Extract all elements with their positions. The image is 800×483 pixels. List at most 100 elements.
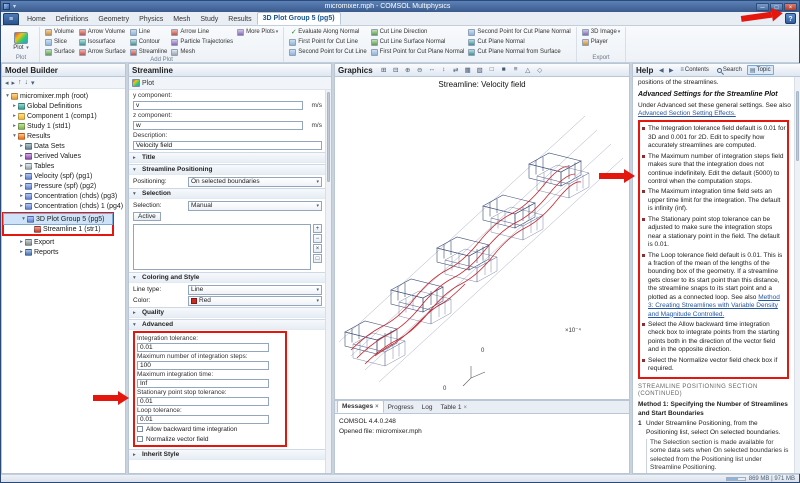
- expander-icon[interactable]: ▾: [20, 216, 27, 222]
- tab-home[interactable]: Home: [22, 14, 51, 25]
- positioning-select[interactable]: On selected boundaries ▾: [188, 176, 322, 187]
- search-button[interactable]: Search: [714, 65, 745, 75]
- ribbon-button-contour[interactable]: Contour: [128, 37, 170, 47]
- back-icon[interactable]: ◂: [5, 79, 9, 87]
- ribbon-button-cut-line-surface-normal[interactable]: Cut Line Surface Normal: [369, 37, 467, 47]
- zoom-selection-icon[interactable]: □: [313, 254, 322, 263]
- ribbon-button-isosurface[interactable]: Isosurface: [77, 37, 128, 47]
- zoom-out-icon[interactable]: ⊖: [415, 65, 425, 75]
- tree-item-pressure[interactable]: ▸ Pressure (spf) (pg2): [2, 181, 125, 191]
- tab-messages[interactable]: Messages ×: [337, 400, 384, 413]
- zoom-in-icon[interactable]: ⊕: [403, 65, 413, 75]
- tab-geometry[interactable]: Geometry: [93, 14, 134, 25]
- zoom-box-icon[interactable]: ⊟: [391, 65, 401, 75]
- tree-item-3d-plot-group-5[interactable]: ▾ 3D Plot Group 5 (pg5): [3, 213, 113, 225]
- tree-item-concentration[interactable]: ▸ Concentration (chds) (pg3): [2, 191, 125, 201]
- tree-item-global-definitions[interactable]: ▸ Global Definitions: [2, 101, 125, 111]
- loop-tolerance-input[interactable]: [137, 415, 269, 424]
- expander-icon[interactable]: ▸: [18, 249, 25, 255]
- tree-item-study-1[interactable]: ▸ Study 1 (std1): [2, 121, 125, 131]
- close-icon[interactable]: ×: [463, 405, 467, 411]
- tree-menu-icon[interactable]: ▾: [31, 79, 35, 87]
- section-inherit-style[interactable]: ▸ Inherit Style: [129, 449, 325, 460]
- help-button[interactable]: ?: [785, 13, 796, 24]
- section-selection[interactable]: ▾ Selection: [129, 188, 325, 199]
- tree-item-tables[interactable]: ▸ Tables: [2, 161, 125, 171]
- tree-item-export[interactable]: ▸ Export: [2, 237, 125, 247]
- pan-horizontal-icon[interactable]: ↔: [427, 65, 437, 75]
- remove-selection-icon[interactable]: −: [313, 234, 322, 243]
- tab-progress[interactable]: Progress: [384, 402, 418, 413]
- ribbon-button-second-point-cut-plane-normal[interactable]: Second Point for Cut Plane Normal: [466, 27, 572, 37]
- grid-icon[interactable]: ▦: [463, 65, 473, 75]
- plot-button[interactable]: Plot ▾: [6, 27, 36, 55]
- tree-item-concentration-1[interactable]: ▸ Concentration (chds) 1 (pg4): [2, 201, 125, 211]
- ribbon-button-arrow-line[interactable]: Arrow Line: [169, 27, 235, 37]
- help-scrollbar[interactable]: [794, 77, 800, 473]
- integration-tolerance-input[interactable]: [137, 343, 269, 352]
- settings-plot-button[interactable]: Plot: [142, 80, 154, 87]
- color-select[interactable]: Red ▾: [188, 295, 322, 306]
- scrollbar-thumb[interactable]: [796, 91, 799, 161]
- ribbon-button-player[interactable]: Player: [580, 37, 623, 47]
- expander-icon[interactable]: ▾: [4, 93, 11, 99]
- tab-definitions[interactable]: Definitions: [51, 14, 94, 25]
- expander-icon[interactable]: ▸: [18, 153, 25, 159]
- ribbon-button-first-point-cut-plane-normal[interactable]: First Point for Cut Plane Normal: [369, 47, 467, 57]
- ribbon-button-slice[interactable]: Slice: [43, 37, 77, 47]
- ribbon-button-volume[interactable]: Volume: [43, 27, 77, 37]
- normalize-vector-field-checkbox[interactable]: Normalize vector field: [137, 434, 283, 444]
- line-type-select[interactable]: Line ▾: [188, 284, 322, 295]
- section-title[interactable]: ▸ Title: [129, 152, 325, 163]
- expander-icon[interactable]: ▸: [11, 123, 18, 129]
- tree-item-streamline-1[interactable]: Streamline 1 (str1): [4, 224, 112, 234]
- section-streamline-positioning[interactable]: ▾ Streamline Positioning: [129, 164, 325, 175]
- tab-study[interactable]: Study: [195, 14, 223, 25]
- ribbon-button-mesh[interactable]: Mesh: [169, 47, 235, 57]
- ribbon-button-arrow-surface[interactable]: Arrow Surface: [77, 47, 128, 57]
- scrollbar-thumb[interactable]: [327, 92, 330, 182]
- stationary-point-stop-tolerance-input[interactable]: [137, 397, 269, 406]
- move-up-icon[interactable]: ↑: [18, 79, 22, 86]
- ribbon-button-cut-plane-normal[interactable]: Cut Plane Normal: [466, 37, 572, 47]
- contents-button[interactable]: ≡ Contents: [677, 65, 712, 75]
- y-component-input[interactable]: [133, 101, 303, 110]
- add-selection-icon[interactable]: +: [313, 224, 322, 233]
- application-menu-button[interactable]: ≡: [3, 13, 19, 25]
- snapshot-icon[interactable]: ◇: [535, 65, 545, 75]
- expander-icon[interactable]: ▸: [18, 143, 25, 149]
- section-coloring-and-style[interactable]: ▾ Coloring and Style: [129, 272, 325, 283]
- tree-item-reports[interactable]: ▸ Reports: [2, 247, 125, 257]
- close-button[interactable]: ×: [784, 2, 797, 11]
- ribbon-button-3d-image[interactable]: 3D Image ▾: [580, 27, 623, 37]
- max-integration-steps-input[interactable]: [137, 361, 269, 370]
- transparency-icon[interactable]: ▧: [475, 65, 485, 75]
- expander-icon[interactable]: ▸: [18, 193, 25, 199]
- ribbon-button-second-point-cut-line[interactable]: Second Point for Cut Line: [287, 47, 368, 57]
- expander-icon[interactable]: ▸: [18, 173, 25, 179]
- selection-list[interactable]: [133, 224, 311, 270]
- tab-results[interactable]: Results: [223, 14, 256, 25]
- description-input[interactable]: [133, 141, 322, 150]
- ribbon-button-arrow-volume[interactable]: Arrow Volume: [77, 27, 128, 37]
- topic-button[interactable]: ▤ Topic: [746, 65, 774, 75]
- ribbon-button-surface[interactable]: Surface: [43, 47, 77, 57]
- quick-access-toolbar[interactable]: ▾: [13, 3, 16, 10]
- expander-icon[interactable]: ▸: [18, 163, 25, 169]
- settings-scrollbar[interactable]: [325, 90, 331, 473]
- z-component-input[interactable]: [133, 121, 303, 130]
- back-icon[interactable]: ◀: [657, 67, 665, 74]
- max-integration-time-input[interactable]: [137, 379, 269, 388]
- expander-icon[interactable]: ▸: [18, 183, 25, 189]
- ribbon-button-line[interactable]: Line: [128, 27, 170, 37]
- ribbon-button-evaluate-along-normal[interactable]: ✓ Evaluate Along Normal: [287, 27, 368, 37]
- scene-light-icon[interactable]: ■: [499, 65, 509, 75]
- pan-vertical-icon[interactable]: ↕: [439, 65, 449, 75]
- forward-icon[interactable]: ▶: [667, 67, 675, 74]
- tab-physics[interactable]: Physics: [134, 14, 168, 25]
- tab-table-1[interactable]: Table 1 ×: [436, 402, 470, 413]
- ribbon-button-cut-plane-normal-from-surface[interactable]: Cut Plane Normal from Surface: [466, 47, 572, 57]
- tab-log[interactable]: Log: [418, 402, 437, 413]
- expander-icon[interactable]: ▸: [11, 113, 18, 119]
- forward-icon[interactable]: ▸: [12, 79, 16, 87]
